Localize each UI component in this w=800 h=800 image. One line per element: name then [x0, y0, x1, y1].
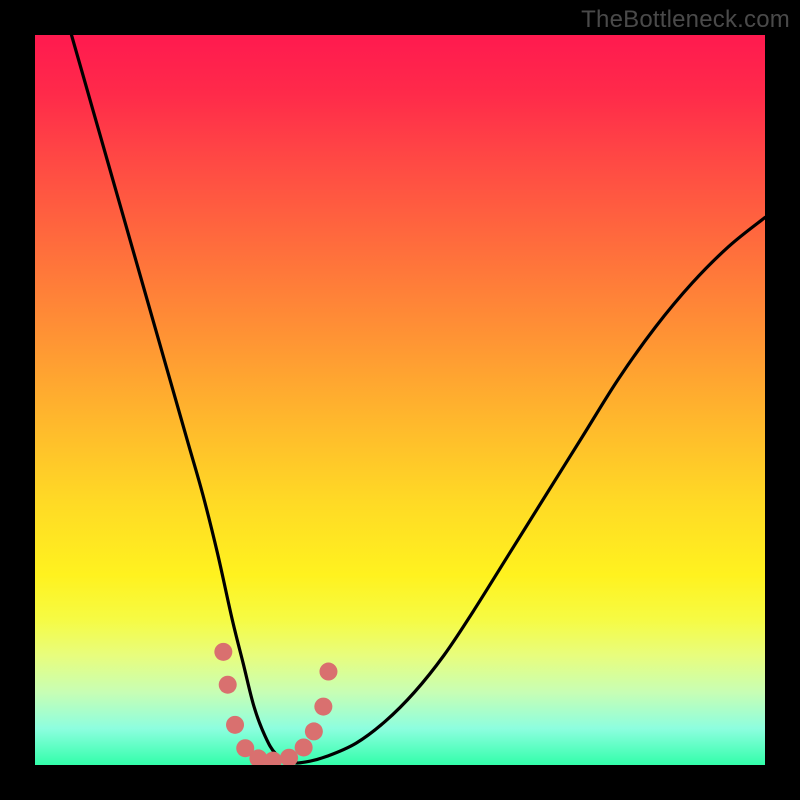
valley-dot [295, 738, 313, 756]
valley-dot [264, 752, 282, 765]
valley-dot [319, 663, 337, 681]
bottleneck-chart [35, 35, 765, 765]
valley-dot [214, 643, 232, 661]
valley-dot [314, 698, 332, 716]
chart-frame: TheBottleneck.com [0, 0, 800, 800]
valley-dots [214, 643, 337, 765]
valley-dot [280, 749, 298, 765]
valley-dot [226, 716, 244, 734]
watermark-text: TheBottleneck.com [581, 6, 790, 34]
valley-dot [219, 676, 237, 694]
valley-dot [305, 722, 323, 740]
bottleneck-curve [72, 35, 766, 763]
curve-layer [35, 35, 765, 765]
